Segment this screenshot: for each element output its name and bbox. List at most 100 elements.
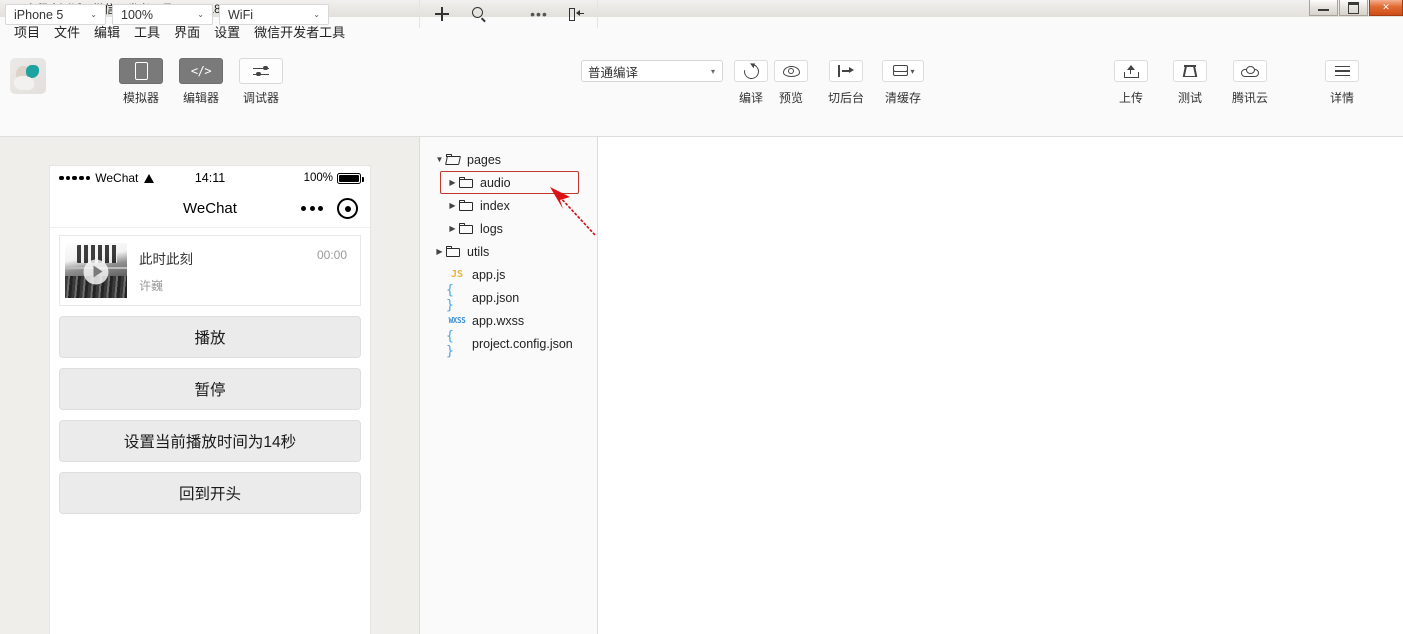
window-controls: ✕: [1308, 0, 1403, 17]
test-label: 测试: [1177, 91, 1202, 105]
simulator-label: 模拟器: [122, 91, 159, 105]
device-select[interactable]: iPhone 5 ⌄: [5, 4, 106, 25]
collapse-panel-icon[interactable]: [566, 0, 586, 28]
tree-label: audio: [480, 175, 511, 190]
upload-label: 上传: [1118, 91, 1143, 105]
status-time: 14:11: [194, 171, 226, 185]
background-icon: [838, 65, 854, 77]
minimize-button[interactable]: [1309, 0, 1338, 16]
tree-label: app.wxss: [472, 313, 525, 328]
play-icon[interactable]: [83, 259, 109, 285]
test-button[interactable]: 测试: [1173, 60, 1207, 106]
more-options-icon[interactable]: •••: [529, 0, 549, 28]
zoom-select[interactable]: 100% ⌄: [112, 4, 213, 25]
subbar-divider-2: [597, 0, 598, 28]
tree-label: app.js: [472, 267, 506, 282]
tree-item-utils[interactable]: utils: [420, 240, 597, 263]
upload-icon: [1123, 64, 1139, 78]
tree-label: app.json: [472, 290, 520, 305]
cloud-icon: [1241, 65, 1259, 77]
nav-title: WeChat: [183, 200, 237, 217]
tree-item-app-json[interactable]: { } app.json: [420, 283, 597, 313]
tree-item-audio[interactable]: audio: [420, 171, 597, 194]
details-label: 详情: [1329, 91, 1354, 105]
folder-open-icon: [445, 154, 461, 165]
network-value: WiFi: [228, 7, 253, 22]
runtime-actions-group: 切后台 ▾ 清缓存: [828, 60, 925, 106]
wifi-icon: [143, 173, 154, 183]
play-button[interactable]: 播放: [59, 316, 361, 358]
clear-cache-label: 清缓存: [885, 91, 922, 105]
background-button[interactable]: 切后台: [828, 60, 864, 106]
search-icon[interactable]: [469, 0, 489, 28]
tree-label: pages: [467, 152, 502, 167]
flask-icon: [1182, 65, 1198, 77]
layers-icon: [892, 65, 908, 77]
chevron-down-icon[interactable]: [433, 155, 446, 164]
pause-button[interactable]: 暂停: [59, 368, 361, 410]
app-window: </> 小程序测试 - 微信开发者工具 v1.02.1801081 ✕ 项目 文…: [0, 0, 1403, 634]
audio-card[interactable]: 此时此刻 许巍 00:00: [59, 235, 361, 306]
tree-item-pages[interactable]: pages: [420, 148, 597, 171]
subbar-divider: [419, 0, 420, 28]
sub-toolbar: [0, 109, 1403, 137]
sliders-icon: [253, 65, 269, 77]
editor-toggle-button[interactable]: </> 编辑器: [179, 58, 223, 106]
compile-button[interactable]: 编译: [734, 60, 768, 106]
debugger-toggle-button[interactable]: 调试器: [239, 58, 283, 106]
maximize-button[interactable]: [1339, 0, 1368, 16]
network-select[interactable]: WiFi ⌄: [219, 4, 329, 25]
file-tree-panel: pages audio index logs util: [420, 137, 597, 634]
tree-label: utils: [467, 244, 490, 259]
target-capsule-icon[interactable]: [337, 198, 358, 219]
chevron-right-icon[interactable]: [433, 247, 446, 256]
audio-artist: 许巍: [139, 278, 164, 293]
background-label: 切后台: [828, 91, 865, 105]
code-icon: </>: [190, 64, 212, 78]
close-button[interactable]: ✕: [1369, 0, 1403, 16]
chevron-right-icon[interactable]: [446, 224, 459, 233]
restart-button[interactable]: 回到开头: [59, 472, 361, 514]
upload-button[interactable]: 上传: [1114, 60, 1148, 106]
tree-label: logs: [480, 221, 503, 236]
preview-button[interactable]: 预览: [774, 60, 808, 106]
signal-dots-icon: [59, 175, 91, 181]
project-avatar[interactable]: [10, 58, 46, 94]
clear-cache-button[interactable]: ▾ 清缓存: [882, 60, 925, 106]
compile-mode-select[interactable]: 普通编译 ▾: [581, 60, 723, 82]
preview-label: 预览: [778, 91, 803, 105]
tree-item-project-config[interactable]: { } project.config.json: [420, 329, 597, 359]
phone-frame: WeChat 14:11 100% WeChat 此时此刻 许巍 00:00 播…: [50, 166, 370, 634]
capsule-buttons: [301, 198, 358, 219]
chevron-down-icon: ⌄: [313, 10, 320, 19]
chevron-down-icon: ▾: [910, 66, 915, 76]
album-cover: [65, 243, 127, 298]
carrier-label: WeChat: [95, 171, 139, 185]
details-button[interactable]: 详情: [1325, 60, 1359, 106]
more-capsule-icon[interactable]: [301, 206, 323, 211]
file-tree: pages audio index logs util: [420, 137, 597, 359]
device-value: iPhone 5: [14, 7, 64, 22]
add-file-icon[interactable]: [432, 0, 452, 28]
audio-time: 00:00: [316, 248, 347, 262]
phone-icon: [134, 62, 148, 80]
tencent-cloud-button[interactable]: 腾讯云: [1232, 60, 1268, 106]
seek-14s-button[interactable]: 设置当前播放时间为14秒: [59, 420, 361, 462]
eye-icon: [782, 65, 800, 77]
battery-percent: 100%: [303, 172, 333, 184]
chevron-right-icon[interactable]: [446, 201, 459, 210]
chevron-right-icon[interactable]: [446, 178, 459, 187]
tree-item-logs[interactable]: logs: [420, 217, 597, 240]
hamburger-icon: [1334, 65, 1350, 77]
chevron-down-icon: ⌄: [197, 10, 204, 19]
tree-item-index[interactable]: index: [420, 194, 597, 217]
device-status-bar: WeChat 14:11 100%: [50, 166, 370, 190]
compile-actions-group: 编译 预览: [734, 60, 808, 106]
debugger-label: 调试器: [242, 91, 279, 105]
wxss-file-icon: WXSS: [448, 316, 466, 325]
simulator-toggle-button[interactable]: 模拟器: [119, 58, 163, 106]
refresh-icon: [740, 60, 762, 82]
device-nav-bar: WeChat: [50, 190, 370, 228]
right-actions-group: 上传 测试 腾讯云: [1114, 60, 1268, 106]
tree-label: project.config.json: [472, 336, 573, 351]
